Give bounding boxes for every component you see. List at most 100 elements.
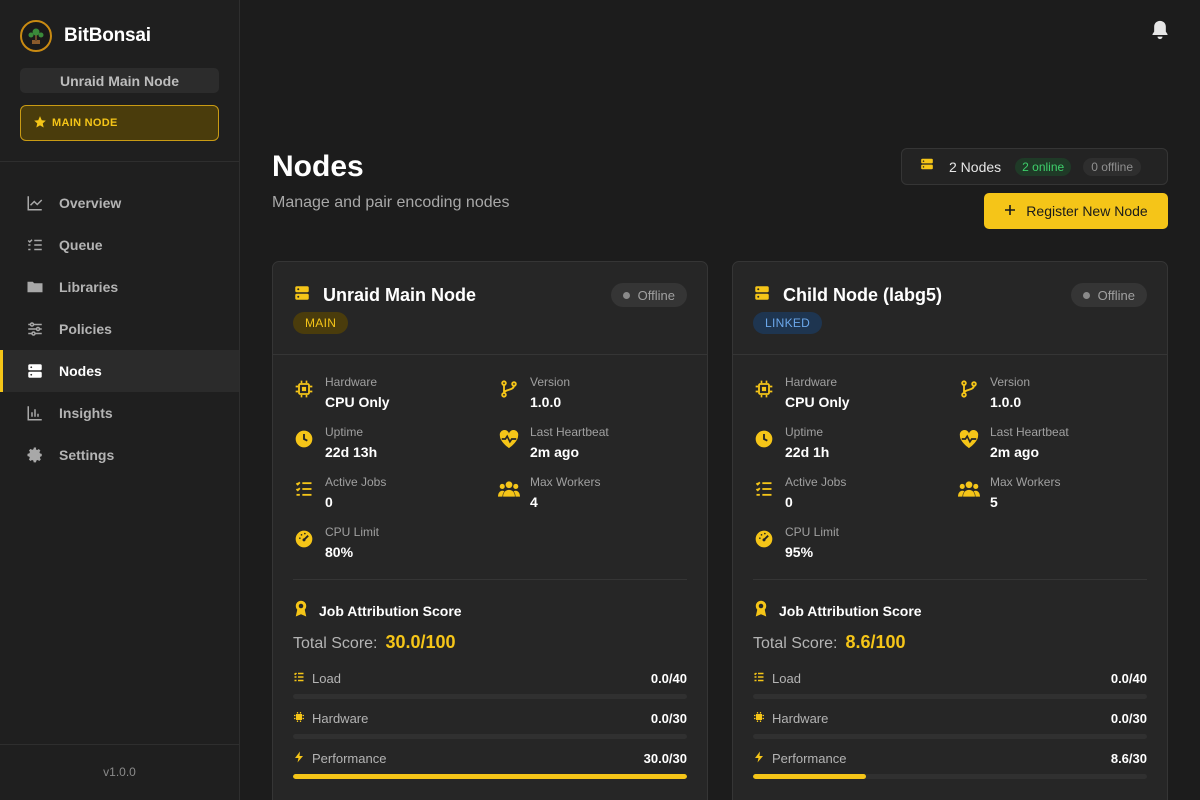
stat-value: CPU Only xyxy=(325,394,390,410)
stat-label: Max Workers xyxy=(530,475,601,489)
uptime-stat: Uptime 22d 1h xyxy=(753,425,829,462)
stat-value: CPU Only xyxy=(785,394,850,410)
node-card[interactable]: Child Node (labg5) Offline LINKED Hardwa… xyxy=(732,261,1168,800)
bolt-icon xyxy=(753,751,765,766)
progress-track xyxy=(293,694,687,699)
node-card-header: Unraid Main Node xyxy=(293,284,476,307)
users-icon xyxy=(498,478,520,500)
stat-label: Hardware xyxy=(325,375,378,389)
stat-label: Active Jobs xyxy=(325,475,387,489)
bonsai-logo-icon xyxy=(20,20,52,52)
performance-metric: Performance 8.6/30 xyxy=(753,751,1147,779)
metric-value: 8.6/30 xyxy=(1110,751,1147,766)
folder-icon xyxy=(25,277,45,297)
node-summary: 2 Nodes 2 online 0 offline xyxy=(901,148,1168,185)
stat-label: Last Heartbeat xyxy=(990,425,1069,439)
metric-label: Load xyxy=(772,671,801,686)
role-badge: LINKED xyxy=(753,312,823,334)
page-subtitle: Manage and pair encoding nodes xyxy=(272,194,510,211)
sidebar-item-label: Overview xyxy=(59,195,122,211)
branch-icon xyxy=(958,378,980,400)
sidebar-item-nodes[interactable]: Nodes xyxy=(0,350,239,392)
role-badge: MAIN xyxy=(293,312,349,334)
load-metric: Load 0.0/40 xyxy=(753,671,1147,699)
bar-chart-icon xyxy=(25,403,45,423)
metric-value: 0.0/30 xyxy=(650,711,687,726)
status-badge: Offline xyxy=(610,283,687,307)
sidebar-item-settings[interactable]: Settings xyxy=(0,434,239,476)
status-badge: Offline xyxy=(1070,283,1147,307)
sidebar-item-queue[interactable]: Queue xyxy=(0,224,239,266)
performance-metric: Performance 30.0/30 xyxy=(293,751,687,779)
stat-value: 2m ago xyxy=(530,444,580,460)
sidebar-item-label: Nodes xyxy=(59,363,102,379)
server-icon xyxy=(753,284,771,307)
sidebar-nav: Overview Queue Libraries Policies Nodes xyxy=(0,182,239,476)
branch-icon xyxy=(498,378,520,400)
divider xyxy=(733,354,1167,355)
stat-label: Last Heartbeat xyxy=(530,425,609,439)
chip-icon xyxy=(293,378,315,400)
uptime-stat: Uptime 22d 13h xyxy=(293,425,377,462)
node-count: 2 Nodes xyxy=(949,158,1002,175)
load-metric: Load 0.0/40 xyxy=(293,671,687,699)
sidebar-item-insights[interactable]: Insights xyxy=(0,392,239,434)
award-icon xyxy=(753,600,769,621)
bell-icon[interactable] xyxy=(1150,19,1170,41)
plus-icon xyxy=(1004,203,1016,219)
progress-track xyxy=(753,694,1147,699)
server-icon xyxy=(25,361,45,381)
stat-label: CPU Limit xyxy=(785,525,840,539)
total-score-value: 30.0/100 xyxy=(385,632,456,652)
node-card-header: Child Node (labg5) xyxy=(753,284,942,307)
heart-pulse-icon xyxy=(498,428,520,450)
chart-line-icon xyxy=(25,193,45,213)
stat-value: 80% xyxy=(325,544,354,560)
progress-track xyxy=(753,734,1147,739)
node-title: Unraid Main Node xyxy=(323,285,477,305)
status-label: Offline xyxy=(637,287,675,303)
divider xyxy=(0,744,239,745)
stat-value: 2m ago xyxy=(990,444,1040,460)
divider xyxy=(293,579,687,580)
sidebar-item-libraries[interactable]: Libraries xyxy=(0,266,239,308)
total-score-label: Total Score: xyxy=(753,635,838,652)
clock-icon xyxy=(753,428,775,450)
status-dot-icon xyxy=(622,291,630,299)
metric-value: 30.0/30 xyxy=(643,751,687,766)
progress-track xyxy=(293,734,687,739)
progress-fill xyxy=(753,774,867,779)
total-score-value: 8.6/100 xyxy=(845,632,906,652)
score-title: Job Attribution Score xyxy=(319,602,462,619)
stat-label: Uptime xyxy=(325,425,364,439)
clock-icon xyxy=(293,428,315,450)
chip-icon xyxy=(753,378,775,400)
heartbeat-stat: Last Heartbeat 2m ago xyxy=(498,425,609,462)
version-stat: Version 1.0.0 xyxy=(498,375,570,412)
node-card[interactable]: Unraid Main Node Offline MAIN Hardware CP… xyxy=(272,261,708,800)
total-score: Total Score: 30.0/100 xyxy=(293,632,456,653)
total-score: Total Score: 8.6/100 xyxy=(753,632,906,653)
sidebar-item-label: Policies xyxy=(59,321,112,337)
chip-icon xyxy=(293,711,305,726)
gauge-icon xyxy=(293,528,315,550)
register-node-button[interactable]: Register New Node xyxy=(984,193,1168,229)
list-check-icon xyxy=(293,671,305,686)
hardware-stat: Hardware CPU Only xyxy=(293,375,390,412)
stat-value: 1.0.0 xyxy=(990,394,1022,410)
stat-value: 5 xyxy=(990,494,998,510)
active-jobs-stat: Active Jobs 0 xyxy=(293,475,386,512)
register-node-label: Register New Node xyxy=(1026,203,1148,219)
node-title: Child Node (labg5) xyxy=(783,285,942,305)
brand[interactable]: BitBonsai xyxy=(20,20,151,52)
sidebar-item-overview[interactable]: Overview xyxy=(0,182,239,224)
list-check-icon xyxy=(293,478,315,500)
star-icon xyxy=(33,115,47,132)
metric-value: 0.0/30 xyxy=(1110,711,1147,726)
sidebar-item-policies[interactable]: Policies xyxy=(0,308,239,350)
app-version: v1.0.0 xyxy=(103,765,136,779)
hardware-metric: Hardware 0.0/30 xyxy=(753,711,1147,739)
progress-track xyxy=(293,774,687,779)
metric-label: Hardware xyxy=(312,711,369,726)
sidebar-item-label: Queue xyxy=(59,237,103,253)
